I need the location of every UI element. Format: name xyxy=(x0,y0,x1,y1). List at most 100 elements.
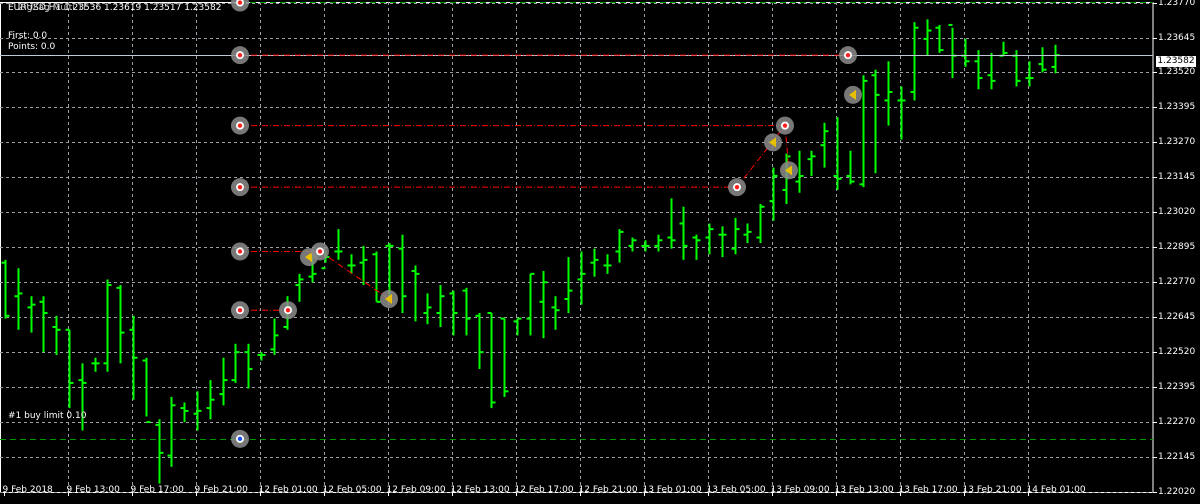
x-tick-label: 9 Feb 13:00 xyxy=(66,485,120,495)
ohlc-bar xyxy=(257,352,266,361)
y-tick-label: 1.22395 xyxy=(1158,381,1196,392)
marker-dot xyxy=(734,184,740,190)
y-tick-label: 1.22645 xyxy=(1158,311,1196,322)
ohlc-bar xyxy=(180,402,189,423)
x-tick-label: 14 Feb 01:00 xyxy=(1026,485,1086,495)
ohlc-bar xyxy=(65,328,74,409)
ohlc-bar xyxy=(1025,61,1034,87)
price-chart[interactable]: EURUSD,H1 1.23536 1.23619 1.23517 1.2358… xyxy=(0,0,1200,500)
ohlc-bar xyxy=(590,248,599,277)
marker-dot xyxy=(782,123,788,128)
ohlc-bar xyxy=(564,257,573,314)
ohlc-bar xyxy=(231,343,240,383)
x-tick-label: 9 Feb 21:00 xyxy=(194,485,248,495)
y-tick-label: 1.23395 xyxy=(1158,101,1196,112)
indicator-title: ZigZag Multi TF xyxy=(18,3,89,13)
x-tick-label: 13 Feb 13:00 xyxy=(834,485,894,495)
zigzag-segment xyxy=(319,251,390,300)
y-tick-label: 1.23520 xyxy=(1158,66,1196,77)
marker-dot xyxy=(237,308,243,313)
ohlc-bar xyxy=(628,237,637,252)
ohlc-bar xyxy=(871,69,880,174)
ohlc-bar xyxy=(743,223,752,244)
ohlc-bar xyxy=(705,223,714,255)
ohlc-bar xyxy=(244,343,253,389)
x-tick-label: 13 Feb 17:00 xyxy=(898,485,958,495)
y-tick-label: 1.23645 xyxy=(1158,32,1196,43)
ohlc-bar xyxy=(129,315,138,400)
ohlc-bar xyxy=(923,19,932,56)
ohlc-bar xyxy=(948,23,957,79)
ohlc-bar xyxy=(910,22,919,101)
ohlc-bar xyxy=(679,206,688,260)
y-tick-label: 1.23020 xyxy=(1158,206,1196,217)
y-tick-label: 1.22020 xyxy=(1158,486,1196,497)
ohlc-bar xyxy=(475,313,484,369)
marker-dot xyxy=(317,249,323,254)
ohlc-bar xyxy=(1051,44,1060,74)
marker-dot xyxy=(237,249,243,254)
ohlc-bar xyxy=(334,229,343,260)
ohlc-bar xyxy=(1,259,10,319)
ohlc-bar xyxy=(487,312,496,409)
ohlc-bar xyxy=(462,287,471,336)
ohlc-bar xyxy=(756,203,765,244)
ohlc-bar xyxy=(155,419,164,484)
current-price-tag: 1.23582 xyxy=(1156,56,1196,67)
ohlc-bar xyxy=(820,122,829,168)
x-tick-label: 13 Feb 21:00 xyxy=(962,485,1022,495)
ohlc-bar xyxy=(398,234,407,314)
x-tick-label: 12 Feb 21:00 xyxy=(578,485,638,495)
ohlc-bar xyxy=(449,290,458,336)
order-label: #1 buy limit 0.10 xyxy=(8,411,87,421)
x-tick-label: 12 Feb 01:00 xyxy=(258,485,318,495)
ohlc-bar xyxy=(846,150,855,185)
x-tick-label: 12 Feb 13:00 xyxy=(450,485,510,495)
ohlc-bar xyxy=(206,380,215,420)
ohlc-bar xyxy=(372,251,381,303)
ohlc-bar xyxy=(731,217,740,255)
ohlc-bar xyxy=(603,254,612,274)
marker-dot xyxy=(237,52,243,58)
ohlc-bar xyxy=(411,265,420,322)
marker-dot xyxy=(285,308,291,313)
ohlc-bar xyxy=(270,318,279,355)
ohlc-bar xyxy=(219,357,228,406)
ohlc-bar xyxy=(103,279,112,372)
y-tick-label: 1.22895 xyxy=(1158,241,1196,252)
ohlc-bar xyxy=(667,198,676,249)
points-label: Points: 0.0 xyxy=(8,42,56,52)
ohlc-bar xyxy=(884,61,893,126)
y-tick-label: 1.22270 xyxy=(1158,416,1196,427)
ohlc-bar xyxy=(539,271,548,339)
ohlc-bar xyxy=(999,41,1008,57)
marker-dot xyxy=(237,184,243,190)
ohlc-bar xyxy=(52,315,61,355)
y-tick-label: 1.22770 xyxy=(1158,276,1196,287)
ohlc-bar xyxy=(116,285,125,364)
ohlc-bar xyxy=(833,117,842,190)
ohlc-bar xyxy=(551,296,560,330)
marker-dot xyxy=(845,52,851,58)
x-tick-label: 9 Feb 17:00 xyxy=(130,485,184,495)
x-tick-label: 13 Feb 01:00 xyxy=(642,485,702,495)
chart-svg[interactable] xyxy=(0,0,1200,500)
x-tick-label: 12 Feb 09:00 xyxy=(386,485,446,495)
ohlc-bar xyxy=(807,150,816,176)
marker-dot xyxy=(237,123,243,128)
ohlc-bar xyxy=(167,396,176,467)
ohlc-bar xyxy=(897,86,906,140)
y-tick-label: 1.22145 xyxy=(1158,451,1196,462)
ohlc-bar xyxy=(500,317,509,397)
x-tick-label: 12 Feb 05:00 xyxy=(322,485,382,495)
ohlc-bar xyxy=(193,391,202,431)
ohlc-bar xyxy=(91,357,100,372)
ohlc-bar xyxy=(436,285,445,327)
ohlc-bar xyxy=(142,357,151,424)
ohlc-bar xyxy=(526,272,535,336)
ohlc-bar xyxy=(1038,47,1047,73)
y-tick-label: 1.23770 xyxy=(1158,0,1196,8)
ohlc-bar xyxy=(641,240,650,252)
x-tick-label: 13 Feb 05:00 xyxy=(706,485,766,495)
marker-dot xyxy=(237,436,243,442)
